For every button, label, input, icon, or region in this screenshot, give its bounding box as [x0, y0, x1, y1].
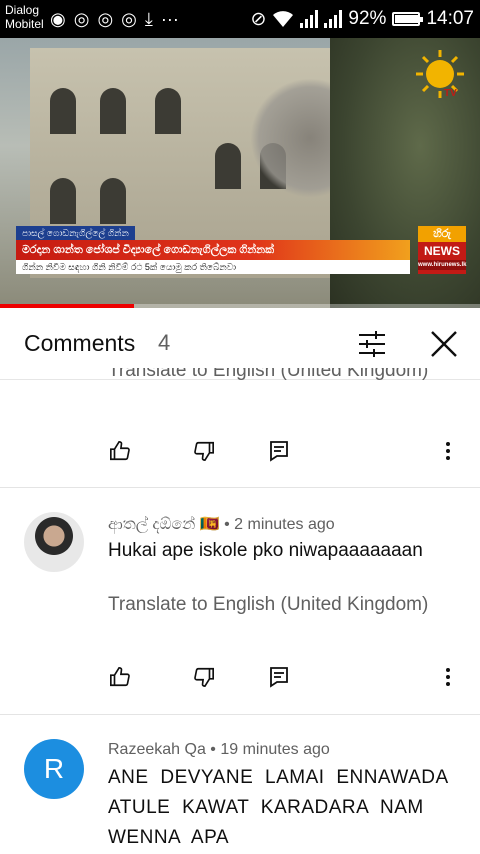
news-ticker: පාසල් ගොඩනැගිල්ලේ ගින්න මරදාන ශාන්ත ජෝශප… [16, 226, 410, 276]
reply-button[interactable] [265, 663, 293, 691]
thumb-down-icon [194, 667, 214, 687]
partial-translate-link[interactable]: Translate to English (United Kingdom) [108, 368, 428, 386]
battery-level [395, 15, 418, 23]
clock: 14:07 [426, 8, 474, 29]
download-done-icon: ⤓ [144, 8, 153, 29]
wifi-icon [273, 11, 294, 27]
comment-menu-button[interactable] [434, 663, 462, 691]
comment-menu-button[interactable] [434, 437, 462, 465]
comment-meta: ආතල් දඕනේ 🇱🇰 • 2 minutes ago [108, 514, 335, 534]
badge-news: NEWS [424, 244, 460, 258]
like-button[interactable] [106, 663, 134, 691]
comment-time: 19 minutes ago [220, 741, 330, 758]
media-icon: ◉ [50, 8, 66, 29]
comment-meta: Razeekah Qa • 19 minutes ago [108, 741, 330, 759]
video-player[interactable]: TV පාසල් ගොඩනැගිල්ලේ ගින්න මරදාන ශාන්ත ජ… [0, 38, 480, 308]
thumb-down-icon [194, 441, 214, 461]
more-vert-icon [446, 668, 450, 686]
like-button[interactable] [106, 437, 134, 465]
hiru-tv-logo: TV [416, 50, 464, 99]
comment-divider [0, 487, 480, 488]
comment-text: ANE DEVYANE LAMAI ENNAWADA ATULE KAWAT K… [108, 767, 448, 848]
meta-separator: • [224, 516, 230, 533]
ticker-tag: පාසල් ගොඩනැගිල්ලේ ගින්න [16, 226, 135, 240]
reply-icon [270, 441, 288, 462]
logo-text: TV [444, 88, 457, 99]
comments-count: 4 [158, 330, 171, 355]
ticker-headline: මරදාන ශාන්ත ජෝශප් විද්‍යාලේ ගොඩනැගිල්ලක … [16, 240, 410, 260]
more-vert-icon [446, 442, 450, 460]
mute-icon: ⊘ [250, 8, 267, 30]
comment-author[interactable]: ආතල් දඕනේ 🇱🇰 [108, 516, 220, 533]
translate-link[interactable]: Translate to English (United Kingdom) [108, 594, 428, 616]
status-bar: Dialog Mobitel ◉ ◎ ◎ ◎ ⤓ ··· ⊘ 92% 14:07 [0, 0, 480, 38]
thumb-up-icon [110, 441, 130, 461]
reply-button[interactable] [265, 437, 293, 465]
more-notifications-icon: ··· [160, 8, 179, 29]
signal-icon [300, 10, 319, 28]
thumb-up-icon [110, 667, 130, 687]
carrier-line2: Mobitel [5, 17, 44, 31]
comment-author[interactable]: Razeekah Qa [108, 741, 206, 758]
comment-divider [0, 714, 480, 715]
comment-text: Hukai ape iskole pko niwapaaaaaaan [108, 540, 423, 561]
reply-icon [270, 667, 288, 688]
sort-filter-button[interactable] [356, 328, 388, 360]
close-icon [431, 331, 457, 357]
chrome-icon: ◎ [121, 8, 137, 29]
signal-icon [324, 10, 343, 28]
avatar[interactable] [24, 512, 84, 572]
badge-url: www.hirunews.lk [418, 260, 467, 270]
battery-icon [392, 12, 424, 26]
avatar-letter: R [43, 753, 65, 784]
comment-time: 2 minutes ago [234, 516, 335, 533]
notification-icons: ◉ ◎ ◎ ◎ ⤓ ··· [50, 6, 179, 32]
comment-actions [0, 663, 480, 697]
badge-top: හිරු [418, 226, 466, 242]
ticker-subline: ගින්න නිවීම සඳහා ගිනි නිවීම් රථ 5ක් යොමු… [16, 260, 410, 274]
sort-filter-icon [359, 331, 385, 357]
battery-percent: 92% [348, 8, 387, 29]
avatar[interactable]: R [24, 739, 84, 799]
carrier-label: Dialog Mobitel [5, 3, 44, 31]
close-comments-button[interactable] [428, 328, 460, 360]
partial-comment-actions [0, 437, 480, 471]
hiru-news-badge: හිරු NEWS www.hirunews.lk [418, 226, 466, 274]
chrome-icon: ◎ [97, 8, 114, 29]
carrier-line1: Dialog [5, 3, 40, 17]
chrome-icon: ◎ [73, 8, 90, 29]
dislike-button[interactable] [190, 663, 218, 691]
comments-title: Comments [24, 330, 136, 356]
meta-separator: • [210, 741, 216, 758]
system-status: ⊘ 92% 14:07 [251, 6, 475, 32]
dislike-button[interactable] [190, 437, 218, 465]
